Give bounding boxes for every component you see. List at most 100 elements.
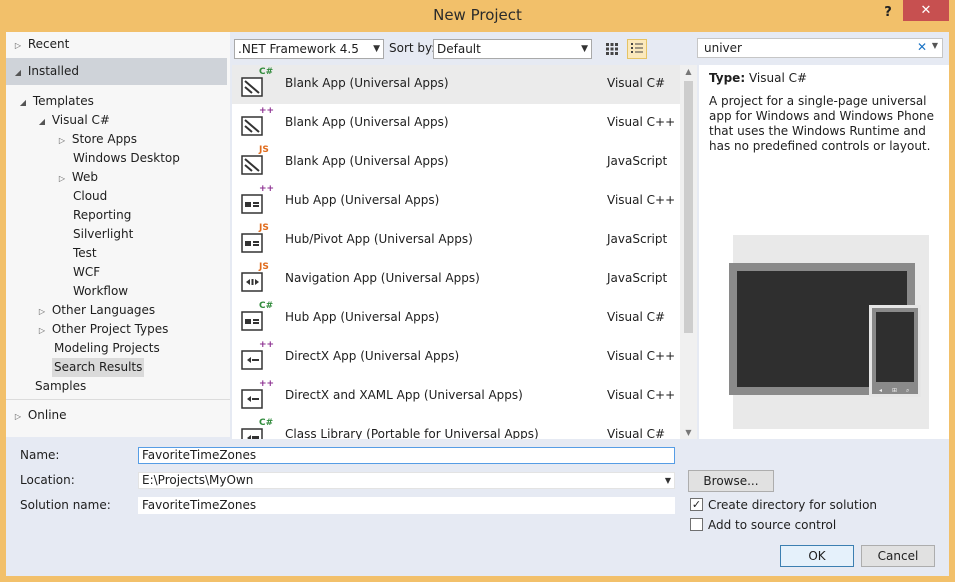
tree-item-test[interactable]: Test	[73, 244, 97, 263]
collapse-icon[interactable]: ◢	[36, 112, 48, 131]
tree-item-wcf[interactable]: WCF	[73, 263, 100, 282]
tree-item-web[interactable]: ▷ Web	[56, 168, 98, 187]
template-row[interactable]: JS Navigation App (Universal Apps) JavaScr…	[232, 260, 680, 299]
scroll-up-icon[interactable]: ▲	[680, 67, 697, 76]
tree-item-modeling-projects[interactable]: Modeling Projects	[54, 339, 160, 358]
chevron-down-icon[interactable]: ▼	[665, 473, 671, 488]
template-tree: ▷ Recent ◢ Installed ◢ Templates ◢ Visua…	[6, 32, 230, 437]
solution-name-input[interactable]: FavoriteTimeZones	[138, 497, 675, 514]
chevron-down-icon: ▼	[373, 44, 380, 54]
tree-label: Other Languages	[51, 303, 156, 317]
browse-button[interactable]: Browse...	[688, 470, 774, 492]
template-row[interactable]: C# Blank App (Universal Apps) Visual C#	[232, 65, 680, 104]
list-view-button[interactable]	[627, 39, 647, 59]
tree-label: Other Project Types	[51, 322, 169, 336]
tree-item-samples[interactable]: Samples	[35, 377, 86, 396]
template-row[interactable]: JS Hub/Pivot App (Universal Apps) JavaScri…	[232, 221, 680, 260]
tree-item-search-results[interactable]: Search Results	[52, 358, 145, 377]
svg-text:◂: ◂	[879, 387, 882, 394]
template-name: DirectX and XAML App (Universal Apps)	[285, 388, 523, 402]
create-directory-checkbox[interactable]: ✓	[690, 498, 703, 511]
tree-label: Installed	[27, 64, 79, 78]
language-badge-icon: JS	[259, 223, 269, 233]
template-list: C# Blank App (Universal Apps) Visual C# ++ B…	[232, 65, 680, 439]
template-name: DirectX App (Universal Apps)	[285, 349, 460, 363]
tree-item-cloud[interactable]: Cloud	[73, 187, 107, 206]
template-type: Type: Visual C#	[709, 71, 807, 85]
tree-item-reporting[interactable]: Reporting	[73, 206, 131, 225]
close-button[interactable]: ✕	[903, 0, 949, 21]
ok-button[interactable]: OK	[780, 545, 854, 567]
template-name: Hub/Pivot App (Universal Apps)	[285, 232, 473, 246]
tree-item-recent[interactable]: ▷ Recent	[12, 35, 69, 54]
tree-item-installed[interactable]: ◢ Installed	[6, 58, 227, 85]
universal-devices-illustration: ◂ ⊞ ⌕	[729, 235, 929, 429]
location-value: E:\Projects\MyOwn	[142, 473, 254, 487]
template-row[interactable]: JS Blank App (Universal Apps) JavaScript	[232, 143, 680, 182]
type-label: Type:	[709, 71, 746, 85]
new-project-dialog: New Project ? ✕ ▷ Recent ◢ Installed ◢ T…	[0, 0, 955, 582]
template-row[interactable]: C# Class Library (Portable for Universal …	[232, 416, 680, 439]
tree-label: Web	[71, 170, 98, 184]
tree-item-online[interactable]: ▷ Online	[12, 406, 67, 425]
create-directory-label: Create directory for solution	[708, 498, 878, 512]
template-row[interactable]: C# Hub App (Universal Apps) Visual C#	[232, 299, 680, 338]
tree-item-silverlight[interactable]: Silverlight	[73, 225, 133, 244]
svg-text:⌕: ⌕	[906, 387, 909, 394]
template-row[interactable]: ++ DirectX App (Universal Apps) Visual C++	[232, 338, 680, 377]
location-combo[interactable]: E:\Projects\MyOwn ▼	[138, 472, 675, 489]
expand-icon[interactable]: ▷	[56, 169, 68, 188]
svg-text:⊞: ⊞	[892, 387, 897, 394]
language-badge-icon: ++	[259, 379, 275, 389]
sort-dropdown[interactable]: Default ▼	[433, 39, 592, 59]
add-source-control-label: Add to source control	[708, 518, 837, 532]
language-badge-icon: JS	[259, 145, 269, 155]
template-description: A project for a single-page universal ap…	[709, 94, 935, 153]
tree-item-other-project-types[interactable]: ▷ Other Project Types	[36, 320, 168, 339]
template-search-input[interactable]: univer ✕ ▼	[697, 38, 943, 58]
expand-icon[interactable]: ▷	[36, 321, 48, 340]
expand-icon[interactable]: ▷	[36, 302, 48, 321]
language-badge-icon: ++	[259, 106, 275, 116]
expand-icon[interactable]: ▷	[56, 131, 68, 150]
expand-icon[interactable]: ▷	[12, 36, 24, 55]
tree-item-visual-csharp[interactable]: ◢ Visual C#	[36, 111, 110, 130]
tree-item-windows-desktop[interactable]: Windows Desktop	[73, 149, 180, 168]
template-toolbar: .NET Framework 4.5 ▼ Sort by: Default ▼	[230, 32, 694, 64]
template-row[interactable]: ++ Blank App (Universal Apps) Visual C++	[232, 104, 680, 143]
tree-item-templates[interactable]: ◢ Templates	[17, 92, 94, 111]
collapse-icon[interactable]: ◢	[17, 93, 29, 112]
tree-label: Store Apps	[71, 132, 138, 146]
clear-search-icon[interactable]: ✕	[917, 40, 927, 54]
template-row[interactable]: ++ DirectX and XAML App (Universal Apps) V…	[232, 377, 680, 416]
tree-item-workflow[interactable]: Workflow	[73, 282, 128, 301]
language-badge-icon: C#	[259, 301, 274, 311]
tree-label: Online	[27, 408, 67, 422]
template-list-scrollbar[interactable]: ▲ ▼	[680, 65, 697, 439]
template-language: JavaScript	[607, 232, 668, 246]
chevron-down-icon[interactable]: ▼	[932, 41, 938, 50]
grid-view-icon	[606, 43, 618, 55]
template-name: Blank App (Universal Apps)	[285, 154, 449, 168]
template-row[interactable]: ++ Hub App (Universal Apps) Visual C++	[232, 182, 680, 221]
add-source-control-checkbox[interactable]	[690, 518, 703, 531]
cancel-button[interactable]: Cancel	[861, 545, 935, 567]
language-badge-icon: ++	[259, 340, 275, 350]
template-language: Visual C#	[607, 310, 666, 324]
scroll-down-icon[interactable]: ▼	[680, 428, 697, 437]
expand-icon[interactable]: ▷	[12, 407, 24, 426]
template-name: Hub App (Universal Apps)	[285, 193, 440, 207]
collapse-icon[interactable]: ◢	[12, 63, 24, 82]
scrollbar-thumb[interactable]	[684, 81, 693, 333]
template-name: Blank App (Universal Apps)	[285, 115, 449, 129]
small-icons-view-button[interactable]	[602, 39, 622, 59]
framework-dropdown[interactable]: .NET Framework 4.5 ▼	[234, 39, 384, 59]
tree-item-other-languages[interactable]: ▷ Other Languages	[36, 301, 155, 320]
divider	[6, 399, 230, 400]
location-label: Location:	[20, 473, 75, 487]
tree-item-store-apps[interactable]: ▷ Store Apps	[56, 130, 137, 149]
project-name-input[interactable]: FavoriteTimeZones	[138, 447, 675, 464]
language-badge-icon: C#	[259, 418, 274, 428]
help-button[interactable]: ?	[876, 2, 900, 24]
template-language: Visual C++	[607, 193, 676, 207]
